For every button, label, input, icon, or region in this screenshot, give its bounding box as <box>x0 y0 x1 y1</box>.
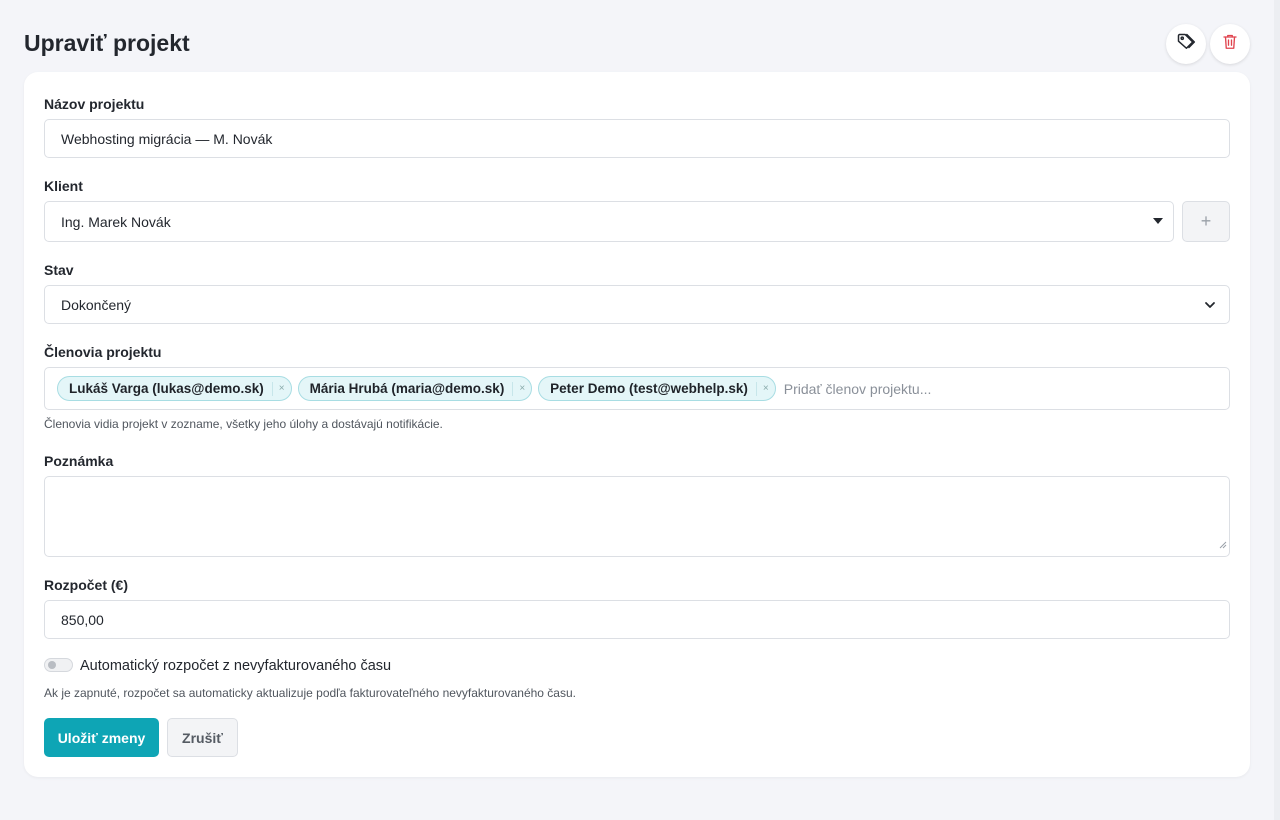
auto-budget-label: Automatický rozpočet z nevyfakturovaného… <box>80 658 392 674</box>
delete-button[interactable] <box>1210 24 1250 64</box>
caret-down-icon <box>1153 218 1163 224</box>
project-name-label: Názov projektu <box>44 96 145 112</box>
budget-label: Rozpočet (€) <box>44 577 128 593</box>
resize-grip-icon[interactable] <box>1219 536 1227 554</box>
client-label: Klient <box>44 178 83 194</box>
status-select[interactable]: Dokončený <box>44 285 1230 324</box>
page-scrollbar[interactable] <box>1274 0 1280 820</box>
members-placeholder: Pridať členov projektu... <box>783 380 932 397</box>
remove-member-icon[interactable]: × <box>279 383 285 394</box>
budget-value: 850,00 <box>61 611 104 628</box>
member-chip-label: Lukáš Varga (lukas@demo.sk) <box>69 381 264 396</box>
member-chip-label: Mária Hrubá (maria@demo.sk) <box>309 381 505 396</box>
client-value: Ing. Marek Novák <box>61 213 171 230</box>
member-chip: Peter Demo (test@webhelp.sk) × <box>538 376 776 401</box>
budget-input[interactable]: 850,00 <box>44 600 1230 639</box>
chevron-down-icon <box>1203 298 1217 315</box>
client-select[interactable]: Ing. Marek Novák <box>44 201 1174 242</box>
project-name-value: Webhosting migrácia — M. Novák <box>61 130 273 147</box>
project-form-card: Názov projektu Webhosting migrácia — M. … <box>24 72 1250 777</box>
member-chip-label: Peter Demo (test@webhelp.sk) <box>550 381 748 396</box>
auto-budget-toggle[interactable] <box>44 658 73 672</box>
toggle-knob <box>48 661 56 669</box>
tag-icon <box>1176 32 1196 57</box>
note-label: Poznámka <box>44 453 114 469</box>
auto-budget-help-text: Ak je zapnuté, rozpočet sa automaticky a… <box>44 686 576 700</box>
plus-icon: + <box>1200 211 1212 231</box>
page-title: Upraviť projekt <box>24 30 190 56</box>
status-label: Stav <box>44 262 74 278</box>
status-value: Dokončený <box>61 296 132 313</box>
member-chip: Lukáš Varga (lukas@demo.sk) × <box>57 376 292 401</box>
members-help-text: Členovia vidia projekt v zozname, všetky… <box>44 417 443 431</box>
cancel-button[interactable]: Zrušiť <box>167 718 238 757</box>
members-label: Členovia projektu <box>44 344 162 360</box>
remove-member-icon[interactable]: × <box>763 383 769 394</box>
add-client-button[interactable]: + <box>1182 201 1230 242</box>
remove-member-icon[interactable]: × <box>519 383 525 394</box>
note-textarea[interactable] <box>44 476 1230 557</box>
members-input[interactable]: Lukáš Varga (lukas@demo.sk) × Mária Hrub… <box>44 367 1230 410</box>
member-chip: Mária Hrubá (maria@demo.sk) × <box>297 376 533 401</box>
trash-icon <box>1221 32 1239 56</box>
save-button[interactable]: Uložiť zmeny <box>44 718 159 757</box>
project-name-input[interactable]: Webhosting migrácia — M. Novák <box>44 119 1230 158</box>
tags-button[interactable] <box>1166 24 1206 64</box>
